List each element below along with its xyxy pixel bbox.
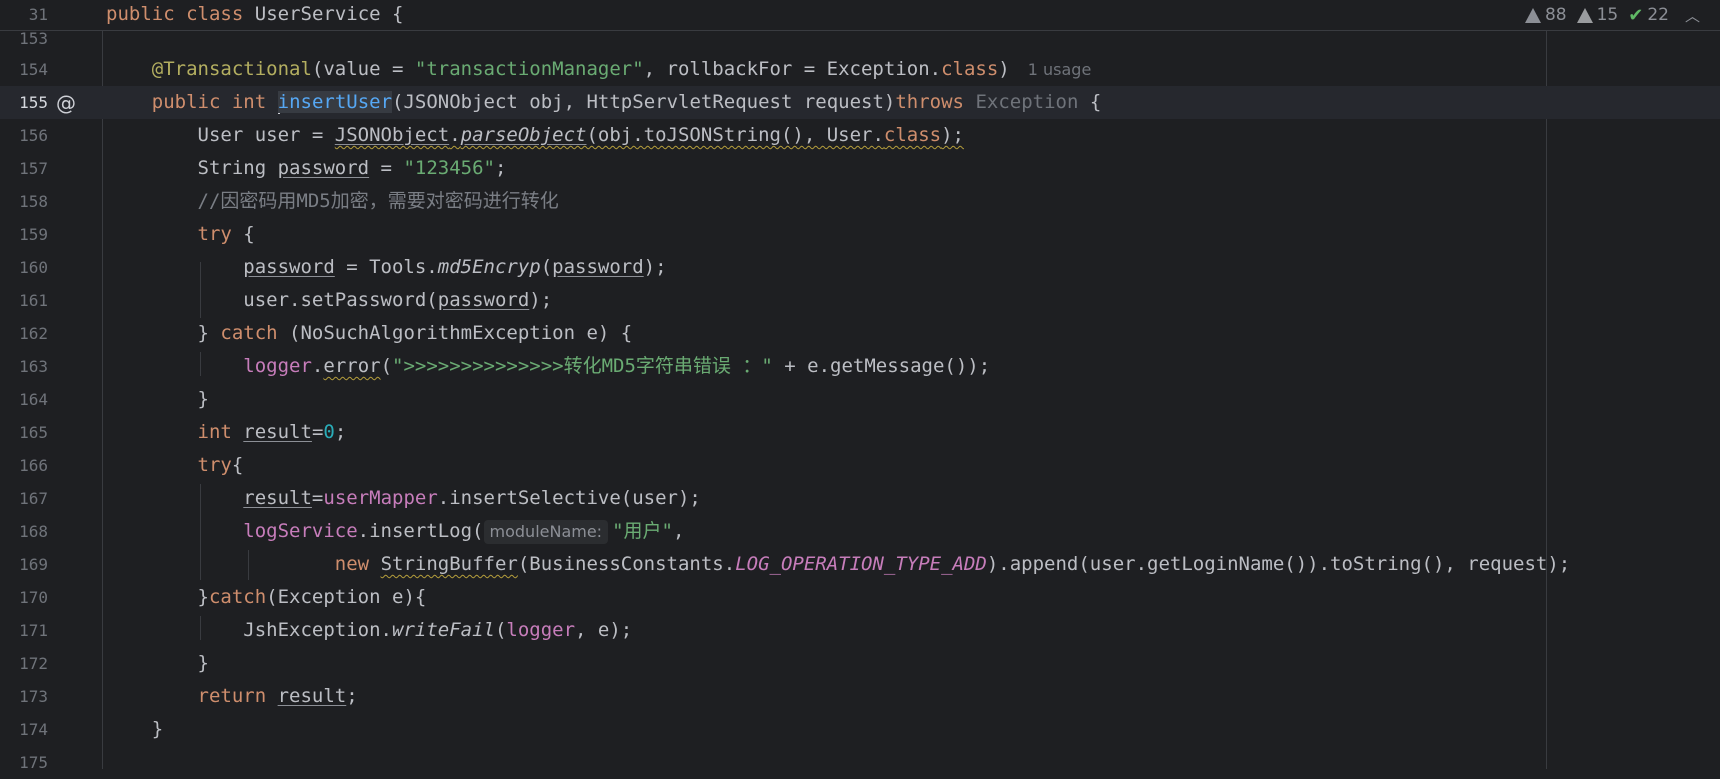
sticky-scope-header[interactable]: 31 public class UserService {	[0, 0, 1720, 31]
code-line[interactable]: 158 //因密码用MD5加密，需要对密码进行转化	[0, 185, 1720, 218]
code-text: @Transactional(value = "transactionManag…	[151, 58, 1092, 80]
line-number: 161	[19, 291, 48, 310]
code-line[interactable]: 164 }	[0, 383, 1720, 416]
check-icon: ✔	[1628, 4, 1644, 26]
code-line[interactable]: 168 logService.insertLog(moduleName: "用户"…	[0, 515, 1720, 548]
code-text: logger.error(">>>>>>>>>>>>>>转化MD5字符串错误 ：…	[243, 355, 991, 377]
warnings-count[interactable]: 15	[1576, 5, 1618, 25]
line-number: 159	[19, 225, 48, 244]
code-line[interactable]: 172 }	[0, 647, 1720, 680]
line-number: 156	[19, 126, 48, 145]
code-text: new StringBuffer(BusinessConstants.LOG_O…	[334, 553, 1571, 575]
line-number: 157	[19, 159, 48, 178]
line-number: 174	[19, 720, 48, 739]
code-line[interactable]: 171 JshException.writeFail(logger, e);	[0, 614, 1720, 647]
code-text: }	[197, 388, 209, 410]
code-text: password = Tools.md5Encryp(password);	[243, 256, 667, 278]
code-text: user.setPassword(password);	[243, 289, 553, 311]
code-text: return result;	[197, 685, 358, 707]
ok-count[interactable]: ✔ 22	[1628, 5, 1669, 26]
code-line[interactable]: 169 new StringBuffer(BusinessConstants.L…	[0, 548, 1720, 581]
code-line[interactable]: 163 logger.error(">>>>>>>>>>>>>>转化MD5字符串…	[0, 350, 1720, 383]
errors-count[interactable]: 88	[1524, 5, 1567, 25]
code-text: try{	[197, 454, 244, 476]
line-number: 170	[19, 588, 48, 607]
line-number: 167	[19, 489, 48, 508]
line-number: 154	[19, 60, 48, 79]
code-line[interactable]: 174 }	[0, 713, 1720, 746]
code-text: int result=0;	[197, 421, 347, 443]
code-text: } catch (NoSuchAlgorithmException e) {	[197, 322, 633, 344]
code-line[interactable]: 162 } catch (NoSuchAlgorithmException e)…	[0, 317, 1720, 350]
code-editor[interactable]: 31 public class UserService { 88 15 ✔ 22 …	[0, 0, 1720, 772]
code-text: logService.insertLog(moduleName: "用户",	[243, 520, 685, 544]
line-number: 168	[19, 522, 48, 541]
code-text: String password = "123456";	[197, 157, 507, 179]
code-line[interactable]: 166 try{	[0, 449, 1720, 482]
code-line[interactable]: 161 user.setPassword(password);	[0, 284, 1720, 317]
code-line[interactable]: 157 String password = "123456";	[0, 152, 1720, 185]
code-text: try {	[197, 223, 255, 245]
line-number: 162	[19, 324, 48, 343]
usage-hint[interactable]: 1 usage	[1028, 60, 1092, 79]
parameter-hint: moduleName:	[483, 520, 609, 544]
weak-warning-icon	[1576, 7, 1593, 23]
line-number: 163	[19, 357, 48, 376]
code-text: public int insertUser(JSONObject obj, Ht…	[151, 91, 1102, 114]
code-text: }	[151, 718, 164, 740]
line-number: 165	[19, 423, 48, 442]
line-number: 172	[19, 654, 48, 673]
code-line[interactable]: 160 password = Tools.md5Encryp(password)…	[0, 251, 1720, 284]
warning-triangle-icon	[1524, 7, 1541, 23]
line-number: 31	[28, 5, 48, 24]
annotation-gutter-icon[interactable]: @	[56, 87, 76, 120]
line-number: 175	[19, 753, 48, 772]
line-number: 166	[19, 456, 48, 475]
code-text: }catch(Exception e){	[197, 586, 427, 608]
chevron-up-icon[interactable]: ︿	[1685, 5, 1700, 26]
line-number: 173	[19, 687, 48, 706]
code-line-current[interactable]: 155 @ public int insertUser(JSONObject o…	[0, 86, 1720, 119]
code-line[interactable]: 167 result=userMapper.insertSelective(us…	[0, 482, 1720, 515]
sticky-code: public class UserService {	[106, 3, 404, 25]
sticky-line[interactable]: 31 public class UserService {	[0, 0, 1720, 31]
line-number: 160	[19, 258, 48, 277]
code-line[interactable]: 170 }catch(Exception e){	[0, 581, 1720, 614]
code-text: //因密码用MD5加密，需要对密码进行转化	[197, 190, 559, 212]
line-number: 158	[19, 192, 48, 211]
code-line[interactable]: 165 int result=0;	[0, 416, 1720, 449]
code-line[interactable]: 173 return result;	[0, 680, 1720, 713]
code-text: result=userMapper.insertSelective(user);	[243, 487, 701, 509]
code-line[interactable]: 154 @Transactional(value = "transactionM…	[0, 53, 1720, 86]
code-text: JshException.writeFail(logger, e);	[243, 619, 633, 641]
code-text: User user = JSONObject.parseObject(obj.t…	[197, 124, 964, 146]
inspection-widget[interactable]: 88 15 ✔ 22 ︿	[1524, 0, 1700, 30]
code-line[interactable]: 159 try {	[0, 218, 1720, 251]
line-number: 169	[19, 555, 48, 574]
line-number: 155	[19, 93, 48, 112]
code-line[interactable]: 156 User user = JSONObject.parseObject(o…	[0, 119, 1720, 152]
deprecated-warning: JSONObject.parseObject(obj.toJSONString(…	[334, 124, 964, 146]
method-name[interactable]: insertUser	[277, 91, 393, 113]
code-line[interactable]: 175	[0, 746, 1720, 779]
code-text: }	[197, 652, 209, 674]
line-number: 164	[19, 390, 48, 409]
line-number: 171	[19, 621, 48, 640]
